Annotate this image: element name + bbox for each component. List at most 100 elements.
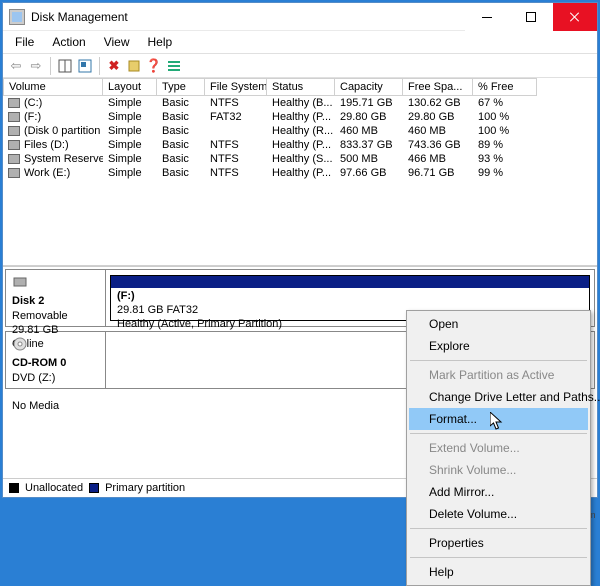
volume-layout: Simple [103, 152, 157, 166]
col-filesystem[interactable]: File System [205, 78, 267, 96]
volume-name: (F:) [24, 111, 41, 123]
volume-capacity: 500 MB [335, 152, 403, 166]
disk-subline: Removable [12, 310, 68, 322]
col-status[interactable]: Status [267, 78, 335, 96]
volume-pctfree: 99 % [473, 166, 537, 180]
context-menu-item[interactable]: Explore [409, 335, 588, 357]
col-pctfree[interactable]: % Free [473, 78, 537, 96]
window-controls [465, 3, 597, 30]
volume-icon [8, 154, 20, 164]
volume-free: 29.80 GB [403, 110, 473, 124]
volume-layout: Simple [103, 96, 157, 110]
menu-help[interactable]: Help [140, 33, 181, 51]
volume-fs: NTFS [205, 166, 267, 180]
disk-subline: DVD (Z:) [12, 372, 55, 384]
volume-name: (Disk 0 partition 2) [24, 125, 103, 137]
toolbar-separator [50, 57, 51, 75]
menu-view[interactable]: View [96, 33, 138, 51]
volume-row[interactable]: (F:)SimpleBasicFAT32Healthy (P...29.80 G… [3, 110, 597, 124]
titlebar[interactable]: Disk Management [3, 3, 597, 31]
context-menu-item[interactable]: Add Mirror... [409, 481, 588, 503]
minimize-button[interactable] [465, 3, 509, 31]
menu-file[interactable]: File [7, 33, 42, 51]
maximize-button[interactable] [509, 3, 553, 31]
volume-capacity: 460 MB [335, 124, 403, 138]
volume-pctfree: 93 % [473, 152, 537, 166]
context-menu-item[interactable]: Open [409, 313, 588, 335]
context-menu-item: Mark Partition as Active [409, 364, 588, 386]
volume-free: 743.36 GB [403, 138, 473, 152]
volume-pctfree: 67 % [473, 96, 537, 110]
partition-band [111, 276, 589, 288]
context-menu-item: Extend Volume... [409, 437, 588, 459]
list-icon[interactable] [165, 57, 183, 75]
volume-fs: NTFS [205, 138, 267, 152]
context-menu-item: Shrink Volume... [409, 459, 588, 481]
volume-fs: NTFS [205, 96, 267, 110]
delete-icon[interactable]: ✖ [105, 57, 123, 75]
context-menu-item[interactable]: Change Drive Letter and Paths... [409, 386, 588, 408]
volume-type: Basic [157, 110, 205, 124]
volume-capacity: 833.37 GB [335, 138, 403, 152]
toolbar-separator [99, 57, 100, 75]
context-menu-item[interactable]: Delete Volume... [409, 503, 588, 525]
volume-free: 466 MB [403, 152, 473, 166]
partition-name: (F:) [117, 290, 135, 302]
volume-icon [8, 112, 20, 122]
show-hide-icon[interactable] [56, 57, 74, 75]
volume-status: Healthy (B... [267, 96, 335, 110]
close-button[interactable] [553, 3, 597, 31]
volume-name: Files (D:) [24, 139, 69, 151]
volume-status: Healthy (S... [267, 152, 335, 166]
context-menu-separator [410, 557, 587, 558]
legend-primary: Primary partition [105, 482, 185, 494]
volume-pctfree: 100 % [473, 124, 537, 138]
col-type[interactable]: Type [157, 78, 205, 96]
col-volume[interactable]: Volume [3, 78, 103, 96]
col-capacity[interactable]: Capacity [335, 78, 403, 96]
volume-name: Work (E:) [24, 167, 70, 179]
context-menu-separator [410, 433, 587, 434]
partition-status: Healthy (Active, Primary Partition) [117, 318, 282, 330]
context-menu-separator [410, 528, 587, 529]
properties-icon[interactable] [125, 57, 143, 75]
volume-layout: Simple [103, 124, 157, 138]
volume-list[interactable]: (C:)SimpleBasicNTFSHealthy (B...195.71 G… [3, 96, 597, 266]
help-icon[interactable]: ❓ [145, 57, 163, 75]
volume-row[interactable]: Work (E:)SimpleBasicNTFSHealthy (P...97.… [3, 166, 597, 180]
volume-free: 460 MB [403, 124, 473, 138]
volume-row[interactable]: (Disk 0 partition 2)SimpleBasicHealthy (… [3, 124, 597, 138]
context-menu[interactable]: OpenExplore Mark Partition as ActiveChang… [406, 310, 591, 586]
volume-icon [8, 140, 20, 150]
swatch-unallocated [9, 483, 19, 493]
context-menu-item[interactable]: Properties [409, 532, 588, 554]
volume-layout: Simple [103, 110, 157, 124]
refresh-icon[interactable] [76, 57, 94, 75]
volume-layout: Simple [103, 166, 157, 180]
volume-pctfree: 89 % [473, 138, 537, 152]
volume-status: Healthy (R... [267, 124, 335, 138]
col-layout[interactable]: Layout [103, 78, 157, 96]
forward-icon[interactable]: ⇨ [27, 57, 45, 75]
volume-icon [8, 98, 20, 108]
volume-icon [8, 126, 20, 136]
menu-action[interactable]: Action [44, 33, 93, 51]
volume-status: Healthy (P... [267, 166, 335, 180]
context-menu-item[interactable]: Help [409, 561, 588, 583]
disk-label: CD-ROM 0DVD (Z:)No Media [6, 332, 106, 388]
volume-row[interactable]: Files (D:)SimpleBasicNTFSHealthy (P...83… [3, 138, 597, 152]
volume-free: 96.71 GB [403, 166, 473, 180]
volume-capacity: 29.80 GB [335, 110, 403, 124]
volume-row[interactable]: System ReservedSimpleBasicNTFSHealthy (S… [3, 152, 597, 166]
volume-icon [8, 168, 20, 178]
context-menu-separator [410, 360, 587, 361]
volume-fs: NTFS [205, 152, 267, 166]
volume-free: 130.62 GB [403, 96, 473, 110]
volume-row[interactable]: (C:)SimpleBasicNTFSHealthy (B...195.71 G… [3, 96, 597, 110]
disk-label: Disk 2Removable29.81 GBOnline [6, 270, 106, 326]
volume-fs [205, 124, 267, 138]
disk-title: Disk 2 [12, 295, 44, 307]
disk-title: CD-ROM 0 [12, 357, 66, 369]
back-icon[interactable]: ⇦ [7, 57, 25, 75]
col-freespace[interactable]: Free Spa... [403, 78, 473, 96]
